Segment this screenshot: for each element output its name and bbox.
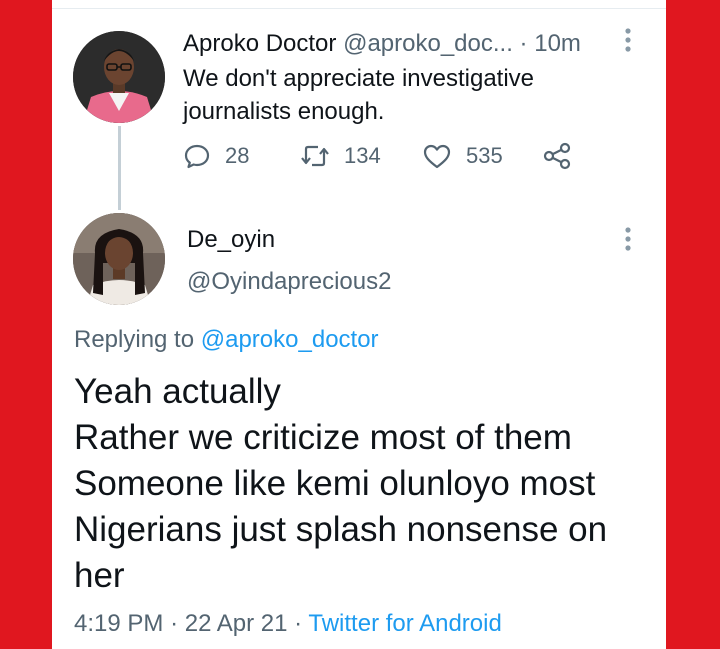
tweet1-text: We don't appreciate investigative journa…: [183, 65, 535, 125]
tweet2-text: Yeah actually Rather we criticize most o…: [74, 369, 659, 599]
tweet2-line: her: [74, 556, 125, 595]
tweet1-header: Aproko Doctor @aproko_doc... · 10m: [183, 30, 581, 58]
tweet2-author-name[interactable]: De_oyin: [187, 226, 275, 254]
replying-to-link[interactable]: @aproko_doctor: [201, 326, 379, 353]
more-icon[interactable]: [624, 226, 632, 256]
reply-count: 28: [225, 143, 250, 168]
avatar-aproko-doctor[interactable]: [73, 31, 165, 123]
tweet1-time[interactable]: 10m: [534, 30, 581, 57]
replying-to: Replying to @aproko_doctor: [74, 326, 379, 354]
like-count: 535: [466, 143, 503, 168]
tweet1-author-name[interactable]: Aproko Doctor: [183, 30, 336, 57]
share-button[interactable]: [542, 142, 586, 170]
tweet2-date[interactable]: 22 Apr 21: [185, 610, 288, 637]
tweet2-line: Yeah actually: [74, 372, 281, 411]
like-button[interactable]: 535: [422, 142, 503, 170]
retweet-icon: [301, 145, 329, 167]
meta-separator: ·: [294, 610, 303, 637]
meta-separator: ·: [170, 610, 179, 637]
share-icon: [543, 142, 571, 170]
tweet2-time[interactable]: 4:19 PM: [74, 610, 163, 637]
tweet2-author-handle[interactable]: @Oyindaprecious2: [187, 268, 391, 296]
tweet2-line: Rather we criticize most of them: [74, 418, 572, 457]
tweet-card: Aproko Doctor @aproko_doc... · 10m We do…: [52, 0, 666, 649]
tweet2-meta: 4:19 PM · 22 Apr 21 · Twitter for Androi…: [74, 610, 502, 638]
tweet1-author-handle[interactable]: @aproko_doc...: [343, 30, 513, 57]
retweet-count: 134: [344, 143, 381, 168]
tweet1-separator: ·: [519, 30, 528, 57]
tweet2-line: Nigerians just splash nonsense on: [74, 510, 608, 549]
tweet2-source[interactable]: Twitter for Android: [308, 610, 501, 637]
more-icon[interactable]: [624, 27, 632, 57]
top-divider: [52, 8, 666, 9]
reply-icon: [184, 144, 210, 169]
replying-prefix: Replying to: [74, 326, 195, 353]
retweet-button[interactable]: 134: [300, 142, 381, 170]
reply-button[interactable]: 28: [183, 142, 249, 170]
avatar-de-oyin[interactable]: [73, 213, 165, 305]
like-icon: [423, 144, 451, 169]
thread-connector: [118, 126, 121, 210]
tweet2-line: Someone like kemi olunloyo most: [74, 464, 596, 503]
